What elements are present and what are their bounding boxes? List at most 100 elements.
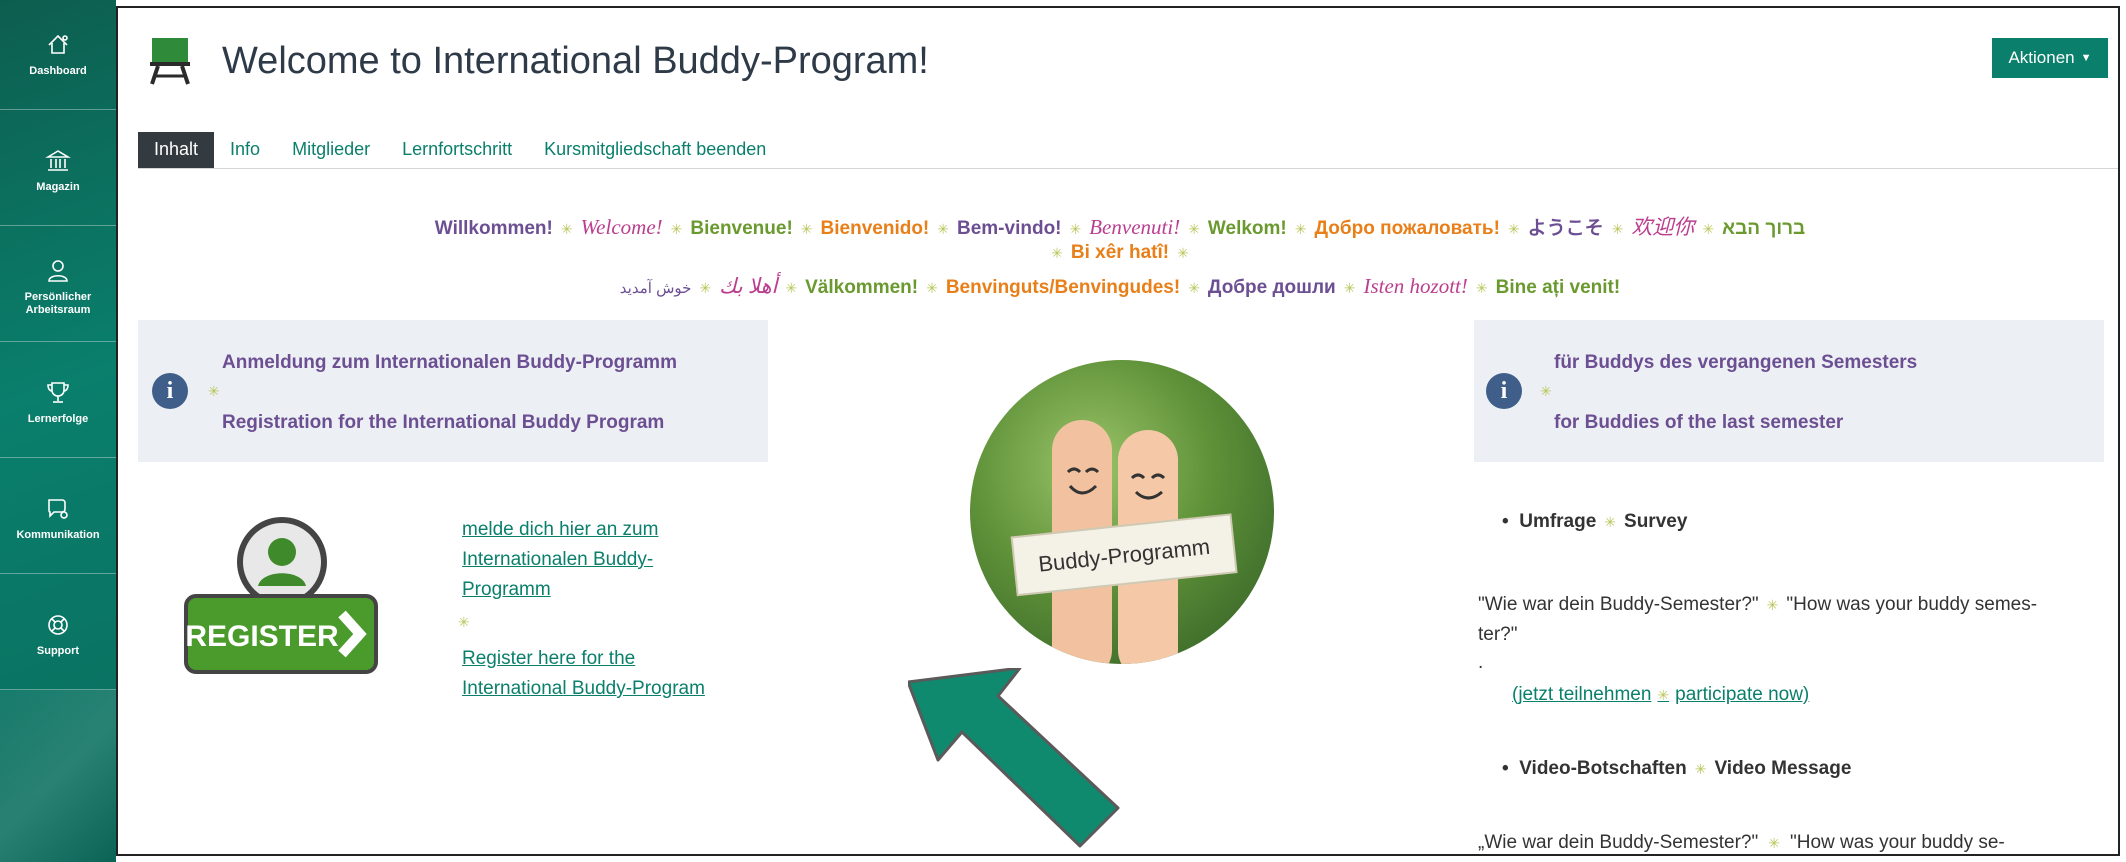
greeting-text: Benvenuti!: [1089, 215, 1181, 239]
sparkle-separator-icon: ✳: [1702, 221, 1715, 237]
sparkle-separator-icon: ✳: [1475, 280, 1488, 296]
panel-heading-de: für Buddys des vergangenen Semesters: [1554, 352, 1918, 373]
info-icon: i: [152, 373, 188, 409]
greeting-text: خوش آمدید: [619, 280, 692, 297]
dashboard-icon: [48, 34, 68, 54]
video-bullet: • Video-Botschaften ✳ Video Message: [1502, 758, 1851, 780]
survey-label-en: Survey: [1624, 511, 1688, 532]
bullet-dot: •: [1502, 758, 1520, 779]
sparkle-separator-icon: ✳: [208, 383, 220, 399]
greetings-line-3: أهلا بك ✳ خوش آمدید ✳ Välkommen! ✳ Benvinguts/…: [118, 274, 2118, 299]
sidebar-item-dashboard[interactable]: Dashboard: [0, 0, 116, 110]
greeting-text: Добро пожаловать!: [1314, 218, 1500, 239]
actions-label: Aktionen: [2008, 48, 2075, 67]
register-link-en[interactable]: Register here for the International Budd…: [462, 644, 762, 704]
sidebar-item-label: Lernerfolge: [27, 413, 89, 425]
survey-question-de: "Wie war dein Buddy-Semester?": [1478, 594, 1759, 615]
register-button-label: REGISTER: [185, 620, 339, 653]
chat-icon: [48, 499, 68, 519]
sparkle-separator-icon: ✳: [1069, 221, 1082, 237]
link-line: International Buddy-Program: [462, 678, 705, 699]
sidebar-item-support[interactable]: Support: [0, 580, 116, 690]
link-line: Register here for the: [462, 648, 636, 669]
participate-link[interactable]: (jetzt teilnehmen ✳ participate now): [1512, 684, 1809, 706]
sparkle-separator-icon: ✳: [1540, 383, 1552, 399]
greetings-line-2: ✳ Bi xêr hatî! ✳: [118, 242, 2118, 264]
main-sidebar: Dashboard Magazin Persönlicher Arbeitsra…: [0, 0, 116, 862]
sparkle-separator-icon: ✳: [1657, 687, 1670, 703]
register-link-de[interactable]: melde dich hier an zum Internationalen B…: [462, 515, 722, 605]
sparkle-separator-icon: ✳: [1507, 221, 1520, 237]
greeting-text: Bienvenue!: [690, 218, 793, 239]
greeting-text: Welcome!: [580, 215, 663, 239]
sidebar-item-label: Kommunikation: [16, 529, 100, 541]
participate-link-en: participate now): [1675, 684, 1810, 705]
page-header: Welcome to International Buddy-Program!: [148, 36, 929, 86]
greeting-text: Welkom!: [1207, 218, 1287, 239]
sparkle-separator-icon: ✳: [670, 221, 683, 237]
greeting-text: ようこそ: [1527, 218, 1604, 239]
video-question-de: „Wie war dein Buddy-Semester?": [1478, 832, 1759, 853]
lifebuoy-icon: [48, 615, 68, 635]
greeting-text: ברוך הבא: [1722, 218, 1806, 239]
tab-info[interactable]: Info: [214, 132, 276, 168]
register-button-image[interactable]: REGISTER: [182, 514, 378, 674]
video-label-de: Video-Botschaften: [1519, 758, 1687, 779]
video-label-en: Video Message: [1714, 758, 1852, 779]
sparkle-separator-icon: ✳: [1177, 245, 1189, 261]
greeting-text: Bi xêr hatî!: [1070, 242, 1170, 263]
sidebar-item-label: Support: [36, 645, 80, 657]
dot-text: .: [1478, 652, 1484, 673]
sidebar-item-lernerfolge[interactable]: Lernerfolge: [0, 348, 116, 458]
course-board-icon: [150, 38, 190, 85]
sparkle-separator-icon: ✳: [1611, 221, 1624, 237]
survey-question-en: "How was your buddy semes-: [1786, 594, 2038, 615]
finger-buddies-illustration: Buddy-Programm: [1010, 420, 1238, 664]
survey-bullet: • Umfrage ✳ Survey: [1502, 511, 1687, 533]
greeting-text: Добре дошли: [1207, 277, 1336, 298]
actions-dropdown-button[interactable]: Aktionen ▼: [1992, 38, 2108, 78]
sparkle-separator-icon: ✳: [1768, 835, 1780, 851]
sparkle-separator-icon: ✳: [1694, 761, 1707, 777]
sparkle-separator-icon: ✳: [560, 221, 573, 237]
person-icon: [48, 259, 68, 282]
tab-bar: Inhalt Info Mitglieder Lernfortschritt K…: [138, 132, 2118, 169]
sparkle-separator-icon: ✳: [1604, 514, 1617, 530]
sparkle-separator-icon: ✳: [1294, 221, 1307, 237]
greeting-text: 欢迎你: [1631, 215, 1695, 239]
sparkle-separator-icon: ✳: [1051, 245, 1063, 261]
bullet-dot: •: [1502, 511, 1520, 532]
greeting-text: أهلا بك: [719, 274, 778, 298]
survey-question-end: ter?": [1478, 624, 1518, 645]
greetings-line-1: Willkommen! ✳ Welcome! ✳ Bienvenue! ✳ Bienveni…: [118, 211, 2118, 241]
sparkle-separator-icon: ✳: [699, 280, 712, 296]
sidebar-item-magazin[interactable]: Magazin: [0, 116, 116, 226]
buddy-program-image: Buddy-Programm: [970, 360, 1274, 664]
tab-inhalt[interactable]: Inhalt: [138, 132, 215, 168]
video-question: „Wie war dein Buddy-Semester?" ✳ "How was …: [1478, 828, 2005, 854]
panel-heading-en: Registration for the International Buddy…: [222, 412, 665, 433]
sidebar-item-kommunikation[interactable]: Kommunikation: [0, 464, 116, 574]
greeting-text: Isten hozott!: [1363, 274, 1468, 298]
sidebar-item-label: Dashboard: [29, 65, 87, 77]
greeting-text: Bem-vindo!: [957, 218, 1062, 239]
greeting-text: Benvinguts/Benvingudes!: [945, 277, 1181, 298]
trophy-icon: [47, 382, 69, 403]
link-line: melde dich hier an zum: [462, 519, 659, 540]
sparkle-separator-icon: ✳: [458, 614, 470, 630]
info-icon: i: [1486, 373, 1522, 409]
tab-mitglieder[interactable]: Mitglieder: [276, 132, 386, 168]
registration-info-panel: i Anmeldung zum Internationalen Buddy-Pr…: [138, 320, 768, 462]
survey-question: "Wie war dein Buddy-Semester?" ✳ "How was …: [1478, 590, 2098, 650]
sparkle-separator-icon: ✳: [1188, 221, 1200, 237]
video-question-en: "How was your buddy se-: [1789, 832, 2005, 853]
tab-kursmitgliedschaft-beenden[interactable]: Kursmitgliedschaft beenden: [528, 132, 782, 168]
sparkle-separator-icon: ✳: [800, 221, 813, 237]
greeting-text: Willkommen!: [434, 218, 553, 239]
greeting-text: Bienvenido!: [820, 218, 930, 239]
panel-heading-en: for Buddies of the last semester: [1554, 412, 1844, 433]
sidebar-item-personal-workspace[interactable]: Persönlicher Arbeitsraum: [0, 232, 116, 342]
main-content: Welcome to International Buddy-Program! …: [116, 6, 2120, 856]
tab-lernfortschritt[interactable]: Lernfortschritt: [386, 132, 528, 168]
survey-label-de: Umfrage: [1519, 511, 1597, 532]
